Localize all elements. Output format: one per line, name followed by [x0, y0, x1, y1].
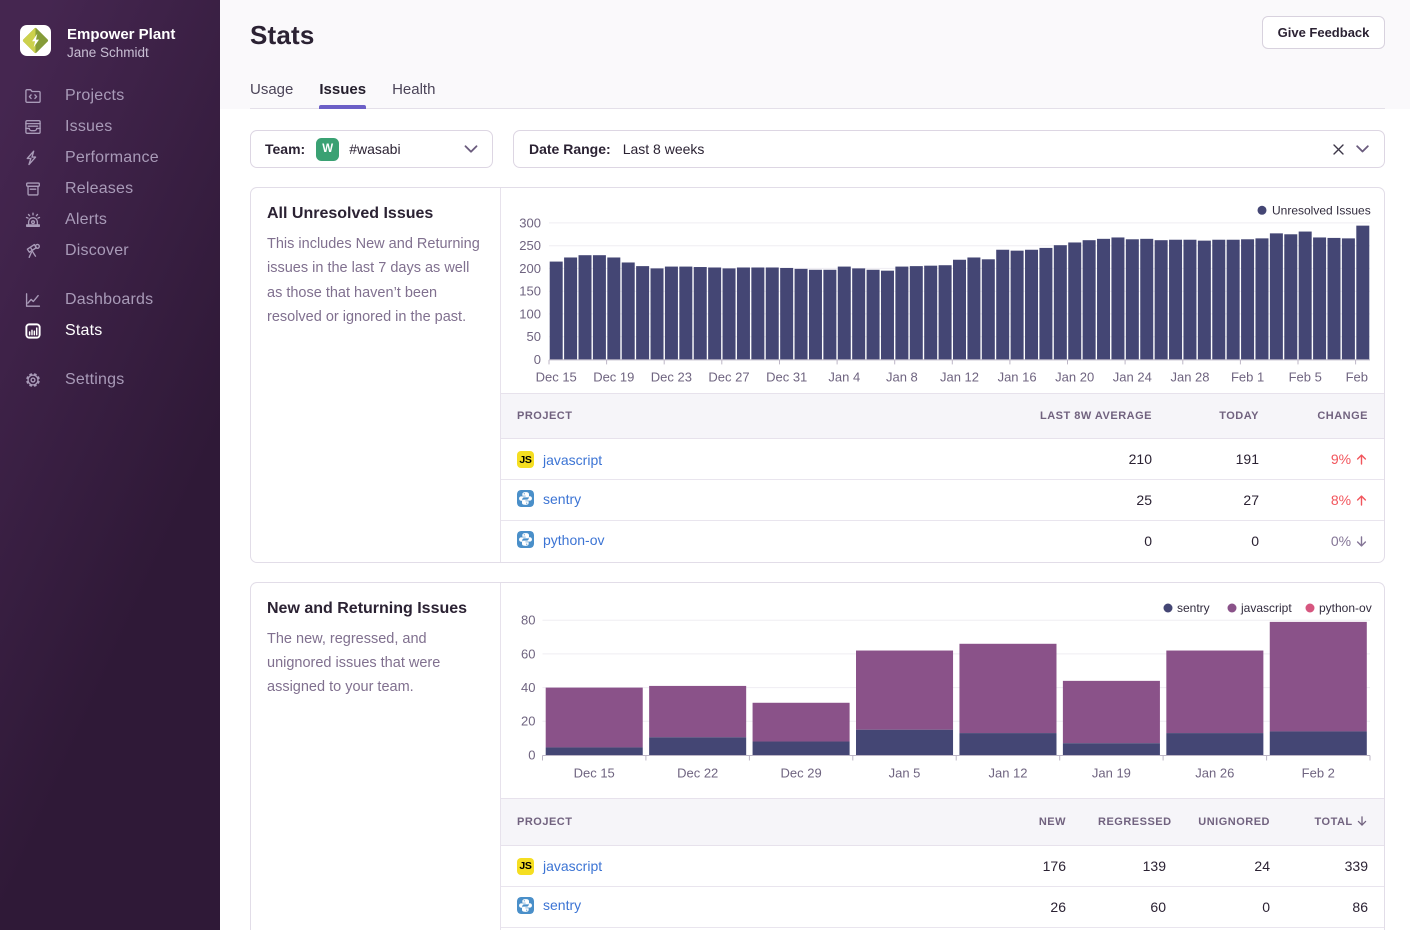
svg-text:Feb 2: Feb 2 — [1302, 765, 1335, 780]
svg-text:60: 60 — [521, 646, 535, 661]
svg-text:sentry: sentry — [1177, 601, 1210, 615]
svg-text:Jan 20: Jan 20 — [1055, 369, 1094, 384]
svg-text:Jan 12: Jan 12 — [940, 369, 979, 384]
svg-text:Jan 26: Jan 26 — [1195, 765, 1234, 780]
svg-text:Jan 28: Jan 28 — [1170, 369, 1209, 384]
svg-text:0: 0 — [528, 747, 535, 762]
svg-text:Jan 8: Jan 8 — [886, 369, 918, 384]
svg-text:40: 40 — [521, 680, 535, 695]
svg-text:Unresolved Issues: Unresolved Issues — [1272, 204, 1371, 218]
svg-text:Dec 27: Dec 27 — [708, 369, 749, 384]
svg-text:Dec 15: Dec 15 — [536, 369, 577, 384]
svg-text:80: 80 — [521, 612, 535, 627]
svg-text:100: 100 — [519, 306, 541, 321]
svg-text:Feb 5: Feb 5 — [1289, 369, 1322, 384]
svg-text:Dec 15: Dec 15 — [574, 765, 615, 780]
svg-text:Dec 23: Dec 23 — [651, 369, 692, 384]
svg-text:Jan 12: Jan 12 — [988, 765, 1027, 780]
svg-text:Jan 19: Jan 19 — [1092, 765, 1131, 780]
svg-text:Dec 31: Dec 31 — [766, 369, 807, 384]
svg-text:Dec 19: Dec 19 — [593, 369, 634, 384]
svg-text:Feb 1: Feb 1 — [1231, 369, 1264, 384]
svg-text:20: 20 — [521, 713, 535, 728]
svg-text:Dec 29: Dec 29 — [780, 765, 821, 780]
svg-text:Jan 5: Jan 5 — [889, 765, 921, 780]
svg-text:150: 150 — [519, 284, 541, 299]
svg-text:Jan 24: Jan 24 — [1113, 369, 1152, 384]
svg-text:0: 0 — [534, 352, 541, 367]
svg-text:javascript: javascript — [1240, 601, 1292, 615]
svg-text:python-ov: python-ov — [1319, 601, 1372, 615]
svg-text:Jan 4: Jan 4 — [828, 369, 860, 384]
svg-text:50: 50 — [527, 329, 541, 344]
svg-text:250: 250 — [519, 238, 541, 253]
svg-text:300: 300 — [519, 215, 541, 230]
svg-text:Dec 22: Dec 22 — [677, 765, 718, 780]
svg-text:Jan 16: Jan 16 — [998, 369, 1037, 384]
svg-text:200: 200 — [519, 261, 541, 276]
svg-text:Feb: Feb — [1346, 369, 1368, 384]
